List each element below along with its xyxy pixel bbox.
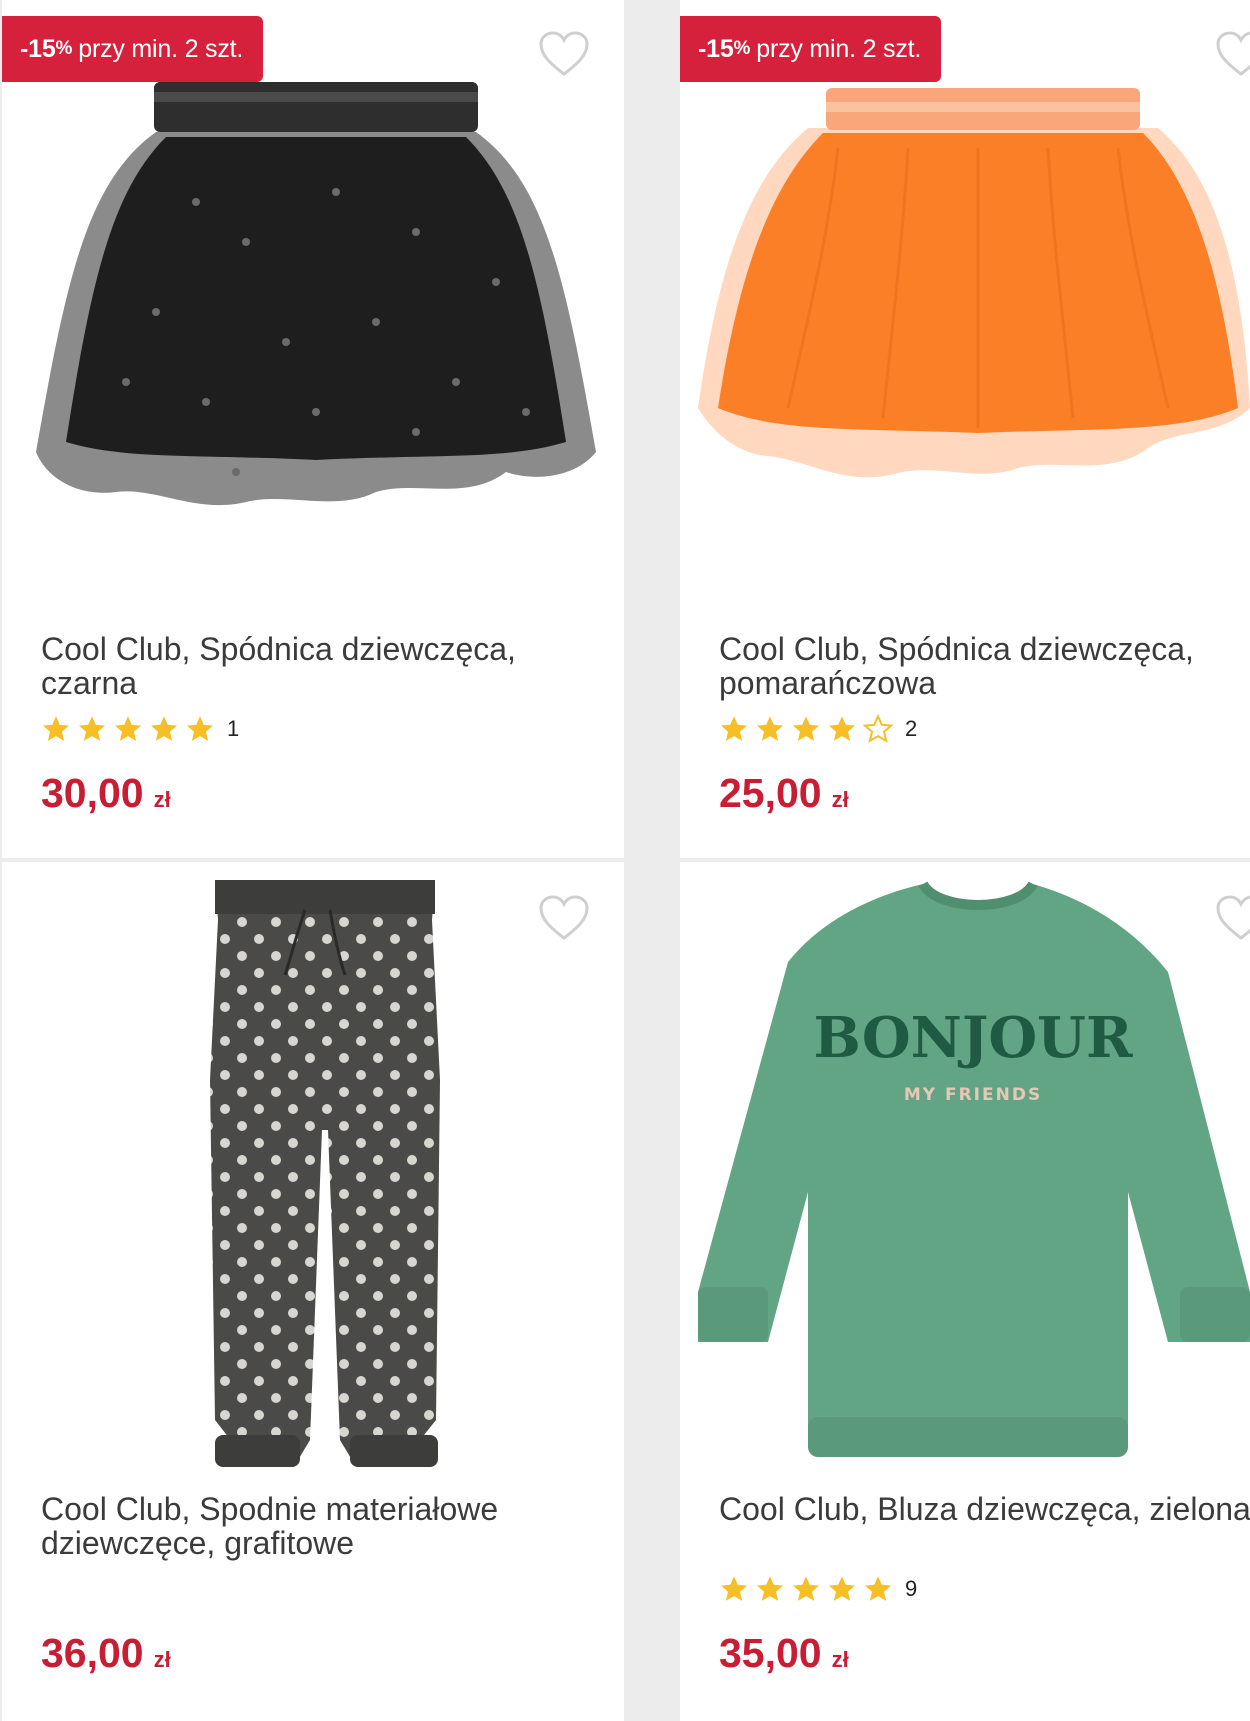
badge-percent: -15 — [698, 34, 734, 63]
price-currency: zł — [831, 1647, 849, 1672]
star-filled-icon — [721, 716, 747, 741]
star-filled-icon — [43, 716, 69, 741]
star-filled-icon — [829, 1576, 855, 1601]
star-filled-icon — [151, 716, 177, 741]
price: 35,00 zł — [719, 1630, 849, 1677]
price-amount: 25,00 — [719, 770, 822, 816]
product-card[interactable]: Cool Club, Spodnie materiałowe dziewczęc… — [2, 862, 624, 1721]
rating-stars — [719, 1574, 899, 1604]
price: 36,00 zł — [41, 1630, 171, 1677]
badge-text: przy min. 2 szt. — [78, 34, 244, 63]
price-currency: zł — [153, 1647, 171, 1672]
product-card[interactable]: -15% przy min. 2 szt. Cool Club, Spódnica… — [2, 0, 624, 858]
heart-icon[interactable] — [538, 894, 590, 942]
price-amount: 35,00 — [719, 1630, 822, 1676]
product-card[interactable]: BONJOUR MY FRIENDS Cool Club, Bluza dzie… — [680, 862, 1250, 1721]
star-filled-icon — [79, 716, 105, 741]
star-filled-icon — [829, 716, 855, 741]
star-filled-icon — [115, 716, 141, 741]
product-title[interactable]: Cool Club, Spodnie materiałowe dziewczęc… — [41, 1492, 581, 1560]
price-amount: 36,00 — [41, 1630, 144, 1676]
star-empty-icon — [863, 714, 893, 743]
price-amount: 30,00 — [41, 770, 144, 816]
heart-icon[interactable] — [538, 30, 590, 78]
star-filled-icon — [757, 716, 783, 741]
rating-count: 9 — [905, 1576, 918, 1601]
discount-badge: -15% przy min. 2 szt. — [2, 16, 264, 82]
star-filled-icon — [793, 716, 819, 741]
product-title[interactable]: Cool Club, Bluza dziewczęca, zielona — [719, 1492, 1250, 1526]
price: 25,00 zł — [719, 770, 849, 817]
star-filled-icon — [721, 1576, 747, 1601]
rating: 1 — [41, 712, 239, 746]
product-image[interactable]: BONJOUR MY FRIENDS — [698, 872, 1250, 1472]
star-filled-icon — [793, 1576, 819, 1601]
heart-icon[interactable] — [1215, 30, 1250, 78]
rating: 9 — [719, 1572, 917, 1606]
price: 30,00 zł — [41, 770, 171, 817]
discount-badge: -15% przy min. 2 szt. — [680, 16, 942, 82]
rating-count: 2 — [905, 716, 918, 741]
price-currency: zł — [153, 787, 171, 812]
product-image[interactable] — [36, 82, 596, 532]
price-currency: zł — [831, 787, 849, 812]
rating-stars — [719, 714, 899, 744]
rating-stars — [41, 714, 221, 744]
print-line1: BONJOUR — [814, 1005, 1133, 1071]
rating: 2 — [719, 712, 917, 746]
star-filled-icon — [187, 716, 213, 741]
star-filled-icon — [865, 1576, 891, 1601]
rating-count: 1 — [227, 716, 240, 741]
product-title[interactable]: Cool Club, Spódnica dziewczęca, czarna — [41, 632, 581, 700]
badge-percent-sign: % — [55, 38, 73, 59]
product-title[interactable]: Cool Club, Spódnica dziewczęca, pomarańc… — [719, 632, 1250, 700]
badge-percent: -15 — [20, 34, 56, 63]
product-image[interactable] — [200, 880, 450, 1472]
print-line2: MY FRIENDS — [904, 1085, 1042, 1105]
badge-percent-sign: % — [733, 38, 751, 59]
badge-text: przy min. 2 szt. — [756, 34, 922, 63]
product-image[interactable] — [698, 88, 1250, 518]
product-card[interactable]: -15% przy min. 2 szt. Cool Club, Spódnica… — [680, 0, 1250, 858]
star-filled-icon — [757, 1576, 783, 1601]
